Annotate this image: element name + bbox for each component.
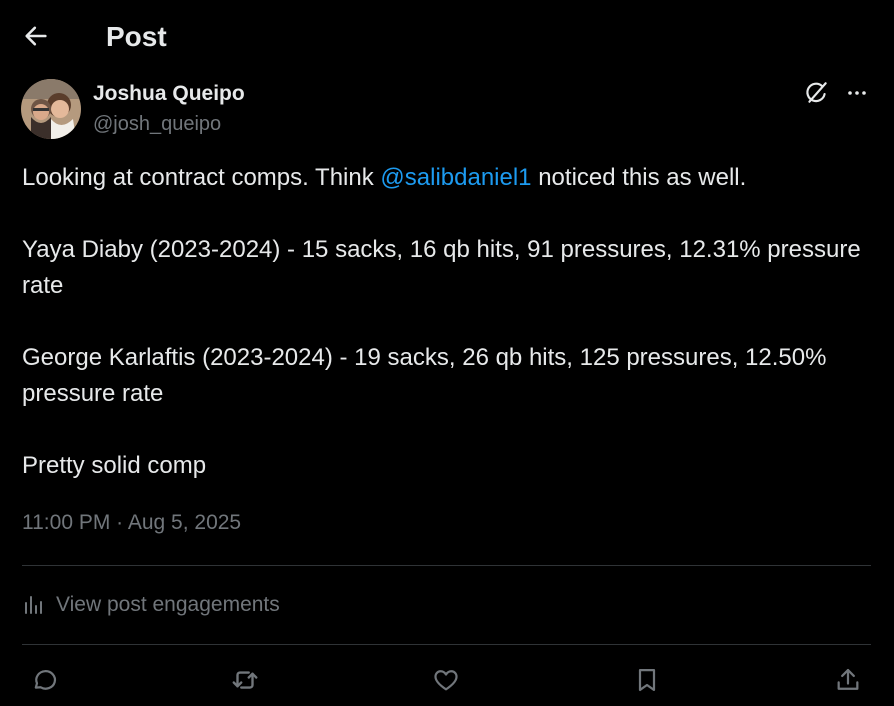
post-paragraph: Pretty solid comp [22, 452, 207, 479]
text-segment: noticed this as well. [531, 164, 747, 191]
mention-link[interactable]: @salibdaniel1 [380, 164, 531, 191]
author-display-name[interactable]: Joshua Queipo [93, 81, 245, 107]
grok-button[interactable] [802, 78, 832, 108]
view-engagements-link[interactable]: View post engagements [22, 590, 280, 620]
avatar[interactable] [21, 79, 81, 139]
grok-icon [804, 80, 830, 106]
arrow-left-icon [22, 22, 50, 50]
post-date[interactable]: Aug 5, 2025 [128, 511, 241, 534]
post-paragraph: George Karlaftis (2023-2024) - 19 sacks,… [22, 344, 827, 407]
bar-chart-icon [22, 593, 46, 617]
repost-icon [230, 665, 260, 695]
post-timestamp: 11:00 PM · Aug 5, 2025 [22, 509, 241, 537]
like-button[interactable] [428, 662, 464, 698]
author-handle[interactable]: @josh_queipo [93, 111, 221, 137]
back-button[interactable] [20, 20, 52, 52]
more-options-button[interactable] [842, 78, 872, 108]
repost-button[interactable] [227, 662, 263, 698]
engagements-label: View post engagements [56, 593, 280, 616]
top-bar: Post [0, 0, 894, 72]
more-dots-icon [845, 81, 869, 105]
share-icon [834, 666, 862, 694]
reply-button[interactable] [26, 662, 62, 698]
reply-icon [30, 666, 58, 694]
divider [22, 565, 871, 566]
post-text: Looking at contract comps. Think @salibd… [22, 160, 872, 520]
bookmark-icon [633, 666, 661, 694]
share-button[interactable] [830, 662, 866, 698]
page-title: Post [106, 21, 167, 52]
timestamp-separator: · [110, 511, 128, 534]
like-icon [432, 666, 460, 694]
post-paragraph: Yaya Diaby (2023-2024) - 15 sacks, 16 qb… [22, 236, 861, 299]
post-paragraph: Looking at contract comps. Think @salibd… [22, 160, 872, 196]
bookmark-button[interactable] [629, 662, 665, 698]
post-time[interactable]: 11:00 PM [22, 511, 110, 534]
divider [22, 644, 871, 645]
text-segment: Looking at contract comps. Think [22, 164, 381, 191]
